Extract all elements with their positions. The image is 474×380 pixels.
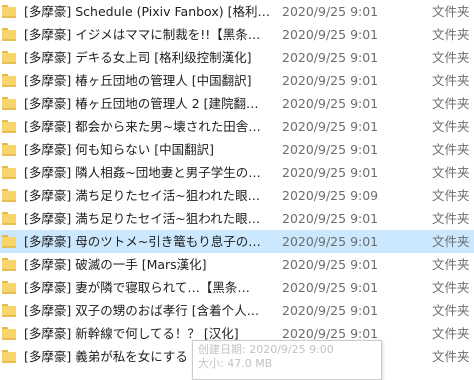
- file-type: 文件夹: [432, 50, 470, 65]
- file-row[interactable]: [多摩豪] 隣人相姦~団地妻と男子学生の… 2020/9/25 9:01 文件夹: [0, 161, 474, 184]
- file-type: 文件夹: [432, 188, 470, 203]
- file-name: [多摩豪] 何も知らない [中国翻訳]: [24, 142, 214, 157]
- file-type: 文件夹: [432, 303, 470, 318]
- file-type: 文件夹: [432, 349, 470, 364]
- file-row[interactable]: [多摩豪] イジメはママに制裁を!!【黑条… 2020/9/25 9:01 文件夹: [0, 23, 474, 46]
- file-name: [多摩豪] Schedule (Pixiv Fanbox) [格利…: [24, 4, 270, 19]
- file-date: 2020/9/25 9:09: [282, 188, 379, 203]
- folder-icon: [2, 212, 16, 225]
- file-type: 文件夹: [432, 142, 470, 157]
- file-type: 文件夹: [432, 257, 470, 272]
- file-row[interactable]: [多摩豪] 破滅の一手 [Mars漢化] 2020/9/25 9:01 文件夹: [0, 253, 474, 276]
- file-row[interactable]: [多摩豪] Schedule (Pixiv Fanbox) [格利… 2020/9…: [0, 0, 474, 23]
- file-date: 2020/9/25 9:01: [282, 165, 379, 180]
- folder-icon: [2, 327, 16, 340]
- file-name: [多摩豪] 母のツトメ~引き篭もり息子の…: [24, 234, 261, 249]
- file-type: 文件夹: [432, 27, 470, 42]
- file-date: 2020/9/25 9:01: [282, 257, 379, 272]
- folder-icon: [2, 143, 16, 156]
- file-date: 2020/9/25 9:01: [282, 234, 379, 249]
- file-name: [多摩豪] 破滅の一手 [Mars漢化]: [24, 257, 207, 272]
- file-name: [多摩豪] イジメはママに制裁を!!【黑条…: [24, 27, 261, 42]
- tooltip-created-date: 创建日期: 2020/9/25 9:00: [198, 343, 334, 356]
- file-name: [多摩豪] 妻が隣で寝取られて…【黑条…: [24, 280, 250, 295]
- file-date: 2020/9/25 9:01: [282, 211, 379, 226]
- file-row[interactable]: [多摩豪] 母のツトメ~引き篭もり息子の… 2020/9/25 9:01 文件夹: [0, 230, 474, 253]
- file-type: 文件夹: [432, 73, 470, 88]
- folder-icon: [2, 281, 16, 294]
- file-name: [多摩豪] 椿ヶ丘団地の管理人 [中国翻訳]: [24, 73, 252, 88]
- folder-icon: [2, 74, 16, 87]
- folder-icon: [2, 304, 16, 317]
- file-row[interactable]: [多摩豪] 満ち足りたセイ活~狙われた眼… 2020/9/25 9:09 文件夹: [0, 184, 474, 207]
- file-date: 2020/9/25 9:01: [282, 50, 379, 65]
- folder-icon: [2, 97, 16, 110]
- folder-icon: [2, 5, 16, 18]
- file-name: [多摩豪] 満ち足りたセイ活~狙われた眼…: [24, 211, 261, 226]
- folder-icon: [2, 28, 16, 41]
- file-name: [多摩豪] 椿ヶ丘団地の管理人 2 [建院翻…: [24, 96, 259, 111]
- file-date: 2020/9/25 9:01: [282, 303, 379, 318]
- file-date: 2020/9/25 9:01: [282, 280, 379, 295]
- file-list: [多摩豪] Schedule (Pixiv Fanbox) [格利… 2020/9…: [0, 0, 474, 368]
- folder-icon: [2, 350, 16, 363]
- file-name: [多摩豪] 双子の甥のおば孝行 [含着个人…: [24, 303, 260, 318]
- file-name: [多摩豪] 満ち足りたセイ活~狙われた眼…: [24, 188, 261, 203]
- file-type: 文件夹: [432, 326, 470, 341]
- file-row[interactable]: [多摩豪] デキる女上司 [格利级控制漢化] 2020/9/25 9:01 文件夹: [0, 46, 474, 69]
- folder-icon: [2, 258, 16, 271]
- file-date: 2020/9/25 9:01: [282, 4, 379, 19]
- file-date: 2020/9/25 9:01: [282, 27, 379, 42]
- file-type: 文件夹: [432, 280, 470, 295]
- file-date: 2020/9/25 9:01: [282, 142, 379, 157]
- folder-icon: [2, 235, 16, 248]
- file-name: [多摩豪] 隣人相姦~団地妻と男子学生の…: [24, 165, 261, 180]
- file-type: 文件夹: [432, 119, 470, 134]
- file-type: 文件夹: [432, 234, 470, 249]
- file-row[interactable]: [多摩豪] 何も知らない [中国翻訳] 2020/9/25 9:01 文件夹: [0, 138, 474, 161]
- file-name: [多摩豪] デキる女上司 [格利级控制漢化]: [24, 50, 252, 65]
- file-type: 文件夹: [432, 4, 470, 19]
- file-name: [多摩豪] 都会から来た男~壊された田舎…: [24, 119, 261, 134]
- file-type: 文件夹: [432, 165, 470, 180]
- file-row[interactable]: [多摩豪] 椿ヶ丘団地の管理人 2 [建院翻… 2020/9/25 9:01 文件夹: [0, 92, 474, 115]
- file-row[interactable]: [多摩豪] 椿ヶ丘団地の管理人 [中国翻訳] 2020/9/25 9:01 文件夹: [0, 69, 474, 92]
- file-row[interactable]: [多摩豪] 双子の甥のおば孝行 [含着个人… 2020/9/25 9:01 文件夹: [0, 299, 474, 322]
- tooltip-size: 大小: 47.0 MB: [198, 357, 273, 370]
- file-row[interactable]: [多摩豪] 満ち足りたセイ活~狙われた眼… 2020/9/25 9:01 文件夹: [0, 207, 474, 230]
- file-date: 2020/9/25 9:01: [282, 119, 379, 134]
- file-date: 2020/9/25 9:01: [282, 96, 379, 111]
- file-row[interactable]: [多摩豪] 都会から来た男~壊された田舎… 2020/9/25 9:01 文件夹: [0, 115, 474, 138]
- folder-tooltip: 创建日期: 2020/9/25 9:00 大小: 47.0 MB: [192, 340, 382, 380]
- file-type: 文件夹: [432, 211, 470, 226]
- file-date: 2020/9/25 9:01: [282, 73, 379, 88]
- folder-icon: [2, 51, 16, 64]
- folder-icon: [2, 189, 16, 202]
- folder-icon: [2, 120, 16, 133]
- folder-icon: [2, 166, 16, 179]
- file-row[interactable]: [多摩豪] 妻が隣で寝取られて…【黑条… 2020/9/25 9:01 文件夹: [0, 276, 474, 299]
- file-type: 文件夹: [432, 96, 470, 111]
